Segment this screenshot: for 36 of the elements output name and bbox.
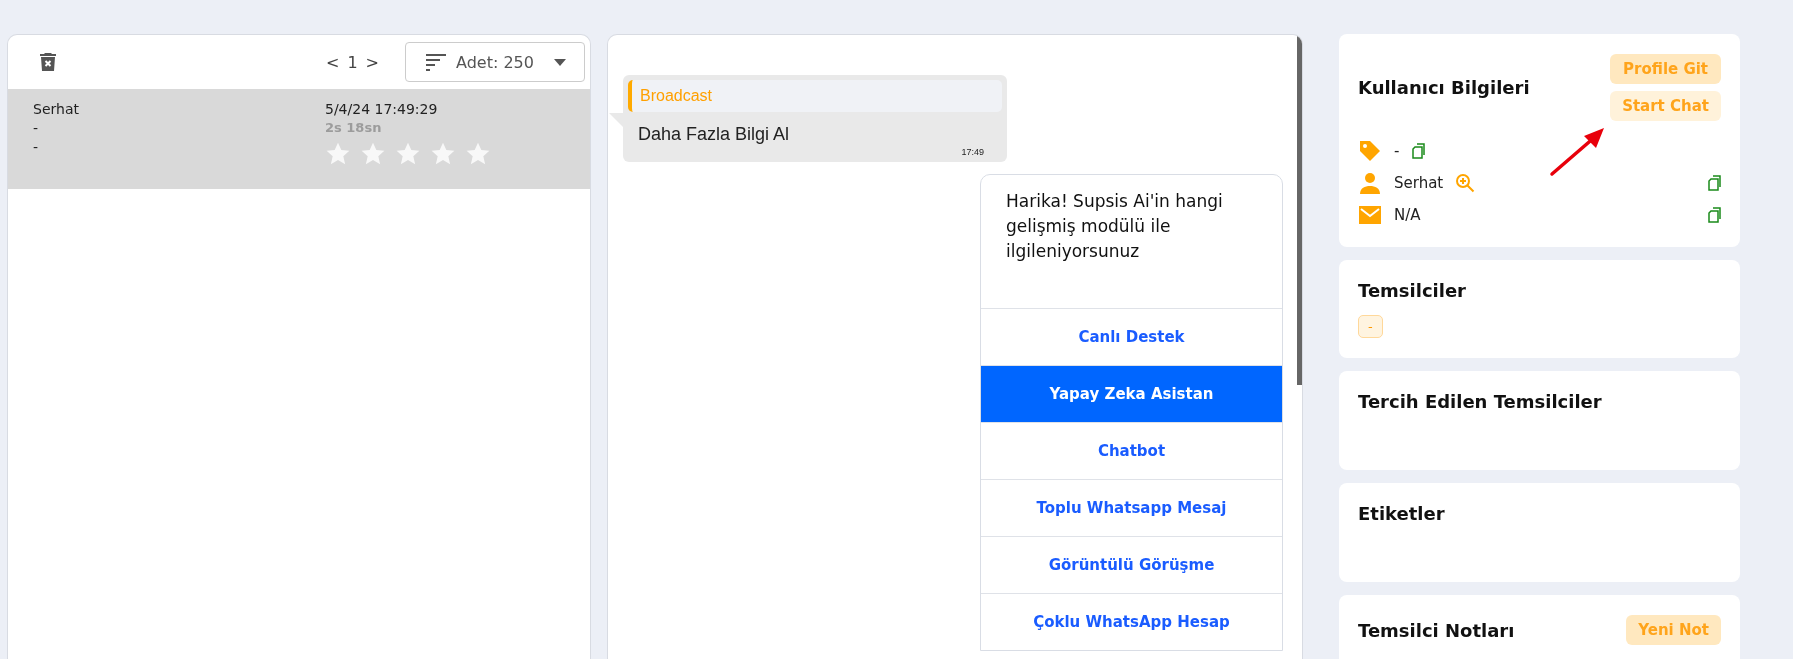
- field-value: N/A: [1394, 206, 1421, 224]
- previous-page-button[interactable]: <: [326, 52, 340, 72]
- conversation-time: 5/4/24 17:49:29: [325, 101, 439, 117]
- message-text: Harika! Supsis Ai'in hangi gelişmiş modülü ile ilgileniyorsunuz: [1005, 190, 1224, 263]
- star-icon: [395, 141, 421, 167]
- page-size-dropdown[interactable]: Adet: 250: [405, 42, 585, 82]
- contact-name: Serhat: [33, 101, 80, 117]
- copy-icon[interactable]: [1707, 175, 1721, 191]
- conversation-item[interactable]: Serhat - - 5/4/24 17:49:29 2s 18sn: [8, 89, 590, 189]
- field-value: Serhat: [1394, 174, 1444, 192]
- section-title: Temsilci Notları: [1358, 619, 1515, 641]
- next-page-button[interactable]: >: [365, 52, 379, 72]
- section-title: Temsilciler: [1358, 280, 1467, 301]
- page-number: 1: [347, 52, 358, 72]
- representative-chip: -: [1358, 315, 1383, 338]
- copy-icon[interactable]: [1707, 207, 1721, 223]
- field-value: -: [1394, 142, 1400, 160]
- broadcast-label: Broadcast: [628, 80, 1002, 112]
- tag-icon: [1358, 139, 1382, 163]
- star-icon: [430, 141, 456, 167]
- contact-detail: -: [33, 139, 40, 155]
- section-title: Etiketler: [1358, 503, 1446, 524]
- contact-detail: -: [33, 120, 40, 136]
- star-icon: [325, 141, 351, 167]
- copy-icon[interactable]: [1411, 143, 1426, 159]
- section-title: Kullanıcı Bilgileri: [1358, 77, 1530, 98]
- person-icon: [1358, 171, 1382, 195]
- message-time: 17:49: [960, 147, 985, 157]
- caret-icon: [554, 58, 566, 66]
- conversation-duration: 2s 18sn: [325, 120, 383, 135]
- envelope-icon: [1358, 203, 1382, 227]
- section-title: Tercih Edilen Temsilciler: [1358, 391, 1603, 412]
- star-icon: [465, 141, 491, 167]
- message-text: Daha Fazla Bilgi Al: [637, 123, 791, 146]
- option-button[interactable]: Yapay Zeka Asistan: [981, 365, 1282, 422]
- star-icon: [360, 141, 386, 167]
